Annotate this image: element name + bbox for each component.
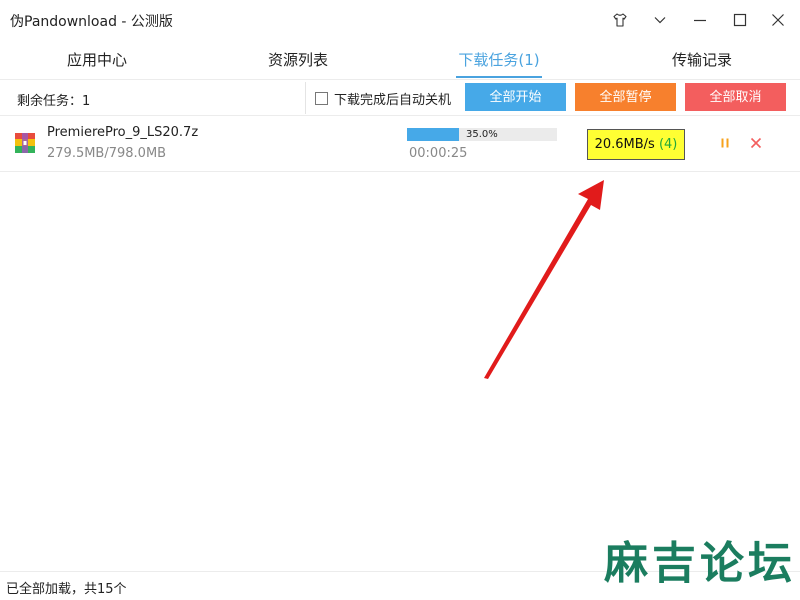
auto-shutdown-checkbox[interactable] [315, 92, 328, 105]
task-thread-count: (4) [658, 137, 678, 152]
tab-resource-list[interactable]: 资源列表 [218, 40, 378, 80]
pause-all-button[interactable]: 全部暂停 [575, 83, 676, 111]
download-task-row[interactable]: PremierePro_9_LS20.7z 279.5MB/798.0MB 35… [0, 116, 800, 172]
tab-transfer-records[interactable]: 传输记录 [622, 40, 782, 80]
pause-task-icon[interactable] [719, 137, 731, 149]
skin-shirt-icon[interactable] [608, 8, 632, 32]
tab-bar: 应用中心 资源列表 下载任务(1) 传输记录 [0, 40, 800, 80]
task-file-size: 279.5MB/798.0MB [47, 146, 167, 161]
auto-shutdown-option[interactable]: 下载完成后自动关机 [315, 89, 451, 108]
app-window: 伪Pandownload - 公测版 应用中心 资源列表 下载任务(1) 传输记… [0, 0, 800, 600]
task-toolbar: 剩余任务：1 下载完成后自动关机 全部开始 全部暂停 全部取消 [0, 80, 800, 116]
maximize-icon[interactable] [728, 8, 752, 32]
task-speed-highlight: 20.6MB/s (4) [587, 129, 685, 160]
close-window-icon[interactable] [766, 8, 790, 32]
task-progress-percent: 35.0% [466, 129, 498, 140]
window-title: 伪Pandownload - 公测版 [10, 14, 173, 30]
status-text: 已全部加载，共15个 [6, 582, 127, 597]
cancel-task-icon[interactable] [750, 137, 762, 149]
archive-file-icon [15, 133, 35, 153]
auto-shutdown-label: 下载完成后自动关机 [334, 93, 452, 108]
toolbar-divider [305, 82, 306, 114]
tab-app-center[interactable]: 应用中心 [17, 40, 177, 80]
task-elapsed-time: 00:00:25 [409, 146, 468, 161]
remaining-tasks-label: 剩余任务：1 [17, 94, 91, 109]
task-progress-fill [407, 128, 459, 141]
tab-download-tasks[interactable]: 下载任务(1) [419, 40, 579, 80]
active-tab-indicator [456, 76, 542, 78]
task-speed: 20.6MB/s [594, 137, 655, 152]
title-bar: 伪Pandownload - 公测版 [0, 0, 800, 40]
cancel-all-button[interactable]: 全部取消 [685, 83, 786, 111]
chevron-down-icon[interactable] [648, 8, 672, 32]
start-all-button[interactable]: 全部开始 [465, 83, 566, 111]
minimize-icon[interactable] [688, 8, 712, 32]
task-file-name: PremierePro_9_LS20.7z [47, 125, 199, 140]
forum-watermark: 麻吉论坛 [604, 538, 796, 589]
